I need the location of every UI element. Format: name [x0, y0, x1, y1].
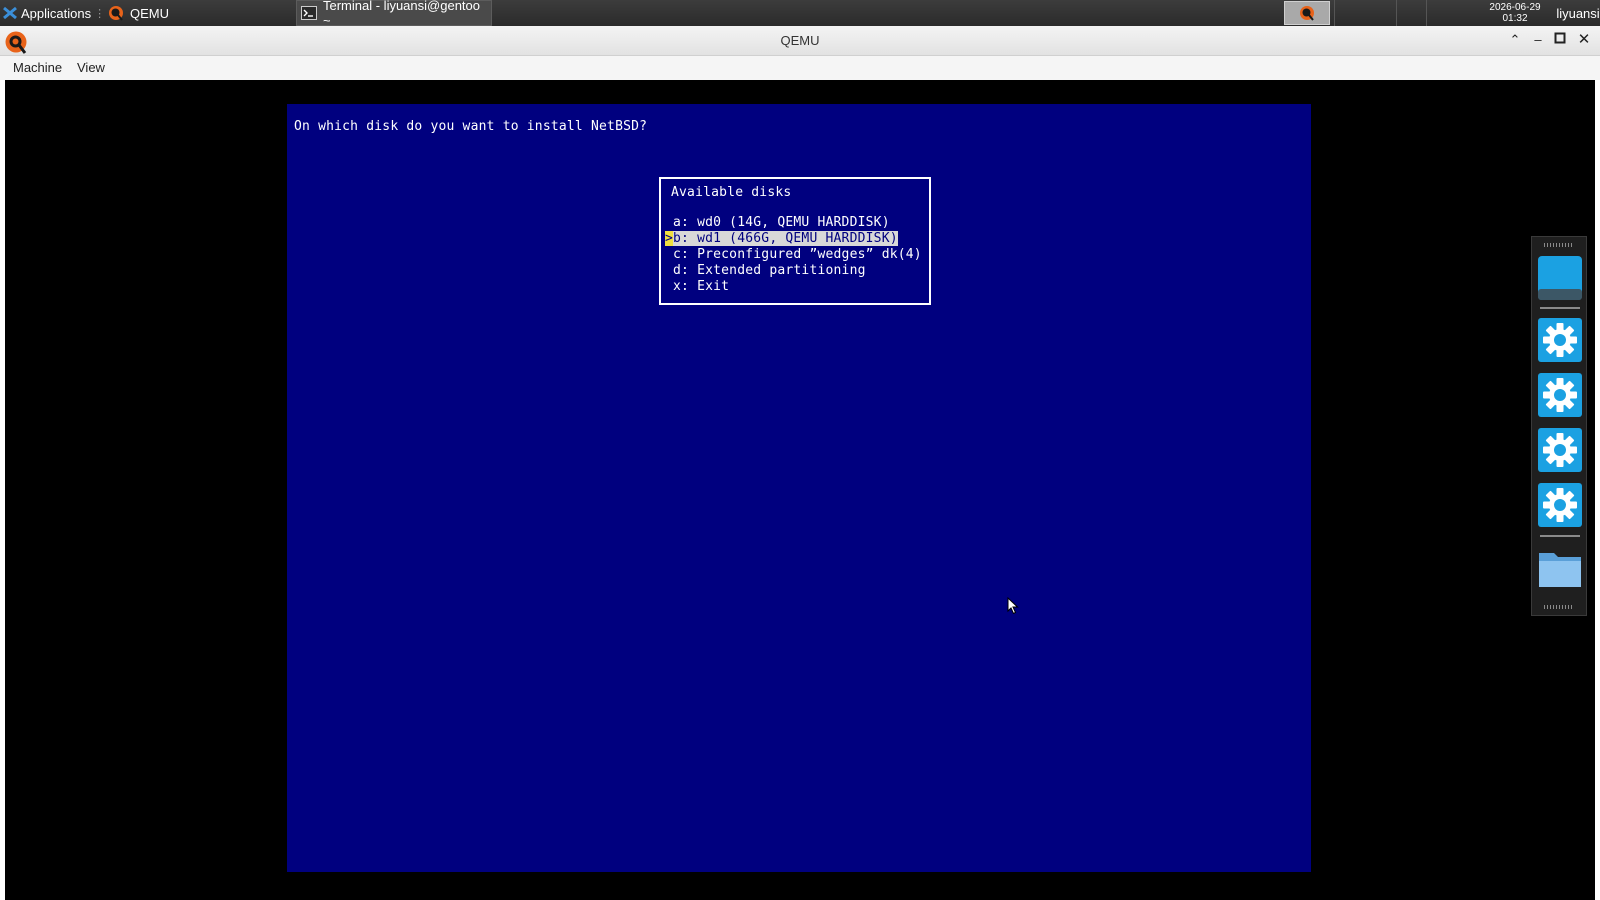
- disk-menu-title: Available disks: [671, 185, 792, 200]
- dock-separator: [1540, 535, 1580, 537]
- taskbar-separator: [1396, 0, 1397, 26]
- disk-option-d[interactable]: d: Extended partitioning: [665, 263, 866, 278]
- gear-icon[interactable]: [1537, 482, 1583, 528]
- dock-grip-icon[interactable]: [1544, 243, 1574, 247]
- task-label-qemu: QEMU: [130, 5, 169, 21]
- selection-marker: >: [665, 231, 674, 246]
- dock-separator: [1540, 307, 1580, 309]
- terminal-icon: [301, 6, 317, 20]
- dock-panel: [1531, 236, 1587, 616]
- disk-selection-menu: Available disks a: wd0 (14G, QEMU HARDDI…: [659, 177, 931, 305]
- menu-machine[interactable]: Machine: [13, 60, 62, 75]
- close-button[interactable]: ✕: [1576, 32, 1592, 48]
- applications-menu[interactable]: Applications ⋮: [2, 0, 105, 26]
- folder-icon[interactable]: [1537, 545, 1583, 591]
- dock-grip-icon[interactable]: [1544, 605, 1574, 609]
- install-question: On which disk do you want to install Net…: [294, 119, 648, 134]
- task-button-qemu[interactable]: QEMU: [104, 0, 292, 26]
- disk-option-b[interactable]: >b: wd1 (466G, QEMU HARDDISK): [665, 231, 898, 246]
- gear-icon[interactable]: [1537, 427, 1583, 473]
- maximize-button[interactable]: [1552, 32, 1568, 48]
- maximize-icon: [1554, 32, 1566, 44]
- user-menu[interactable]: liyuansi: [1555, 0, 1600, 26]
- task-label-terminal: Terminal - liyuansi@gentoo ~: [323, 0, 480, 28]
- clock[interactable]: 2026-06-29 01:32: [1470, 0, 1560, 26]
- menubar: Machine View: [0, 56, 1600, 80]
- user-name: liyuansi: [1556, 5, 1600, 21]
- guest-console[interactable]: On which disk do you want to install Net…: [287, 104, 1311, 872]
- taskbar: Applications ⋮ QEMU Terminal - liyuansi@…: [0, 0, 1600, 28]
- display-icon[interactable]: [1537, 255, 1583, 301]
- menu-view[interactable]: View: [77, 60, 105, 75]
- task-button-terminal[interactable]: Terminal - liyuansi@gentoo ~: [296, 0, 492, 28]
- gear-icon[interactable]: [1537, 372, 1583, 418]
- qemu-tray-icon: [1300, 6, 1314, 21]
- taskbar-separator: [1426, 0, 1427, 26]
- xfce-logo-icon: [3, 6, 17, 20]
- qemu-icon: [109, 6, 123, 21]
- applications-label: Applications: [21, 5, 92, 21]
- disk-option-a[interactable]: a: wd0 (14G, QEMU HARDDISK): [665, 215, 890, 230]
- minimize-button[interactable]: –: [1530, 32, 1546, 48]
- taskbar-separator: [1334, 0, 1335, 26]
- mouse-pointer-icon: [1007, 597, 1019, 615]
- clock-date: 2026-06-29: [1489, 2, 1541, 13]
- window-title: QEMU: [780, 33, 820, 48]
- disk-option-c[interactable]: c: Preconfigured ”wedges” dk(4): [665, 247, 922, 262]
- gear-icon[interactable]: [1537, 317, 1583, 363]
- clock-time: 01:32: [1502, 13, 1528, 24]
- tray-qemu-button[interactable]: [1284, 1, 1330, 25]
- shade-button[interactable]: ⌃: [1507, 32, 1523, 48]
- disk-option-exit[interactable]: x: Exit: [665, 279, 729, 294]
- window-titlebar[interactable]: QEMU ⌃ – ✕: [0, 26, 1600, 56]
